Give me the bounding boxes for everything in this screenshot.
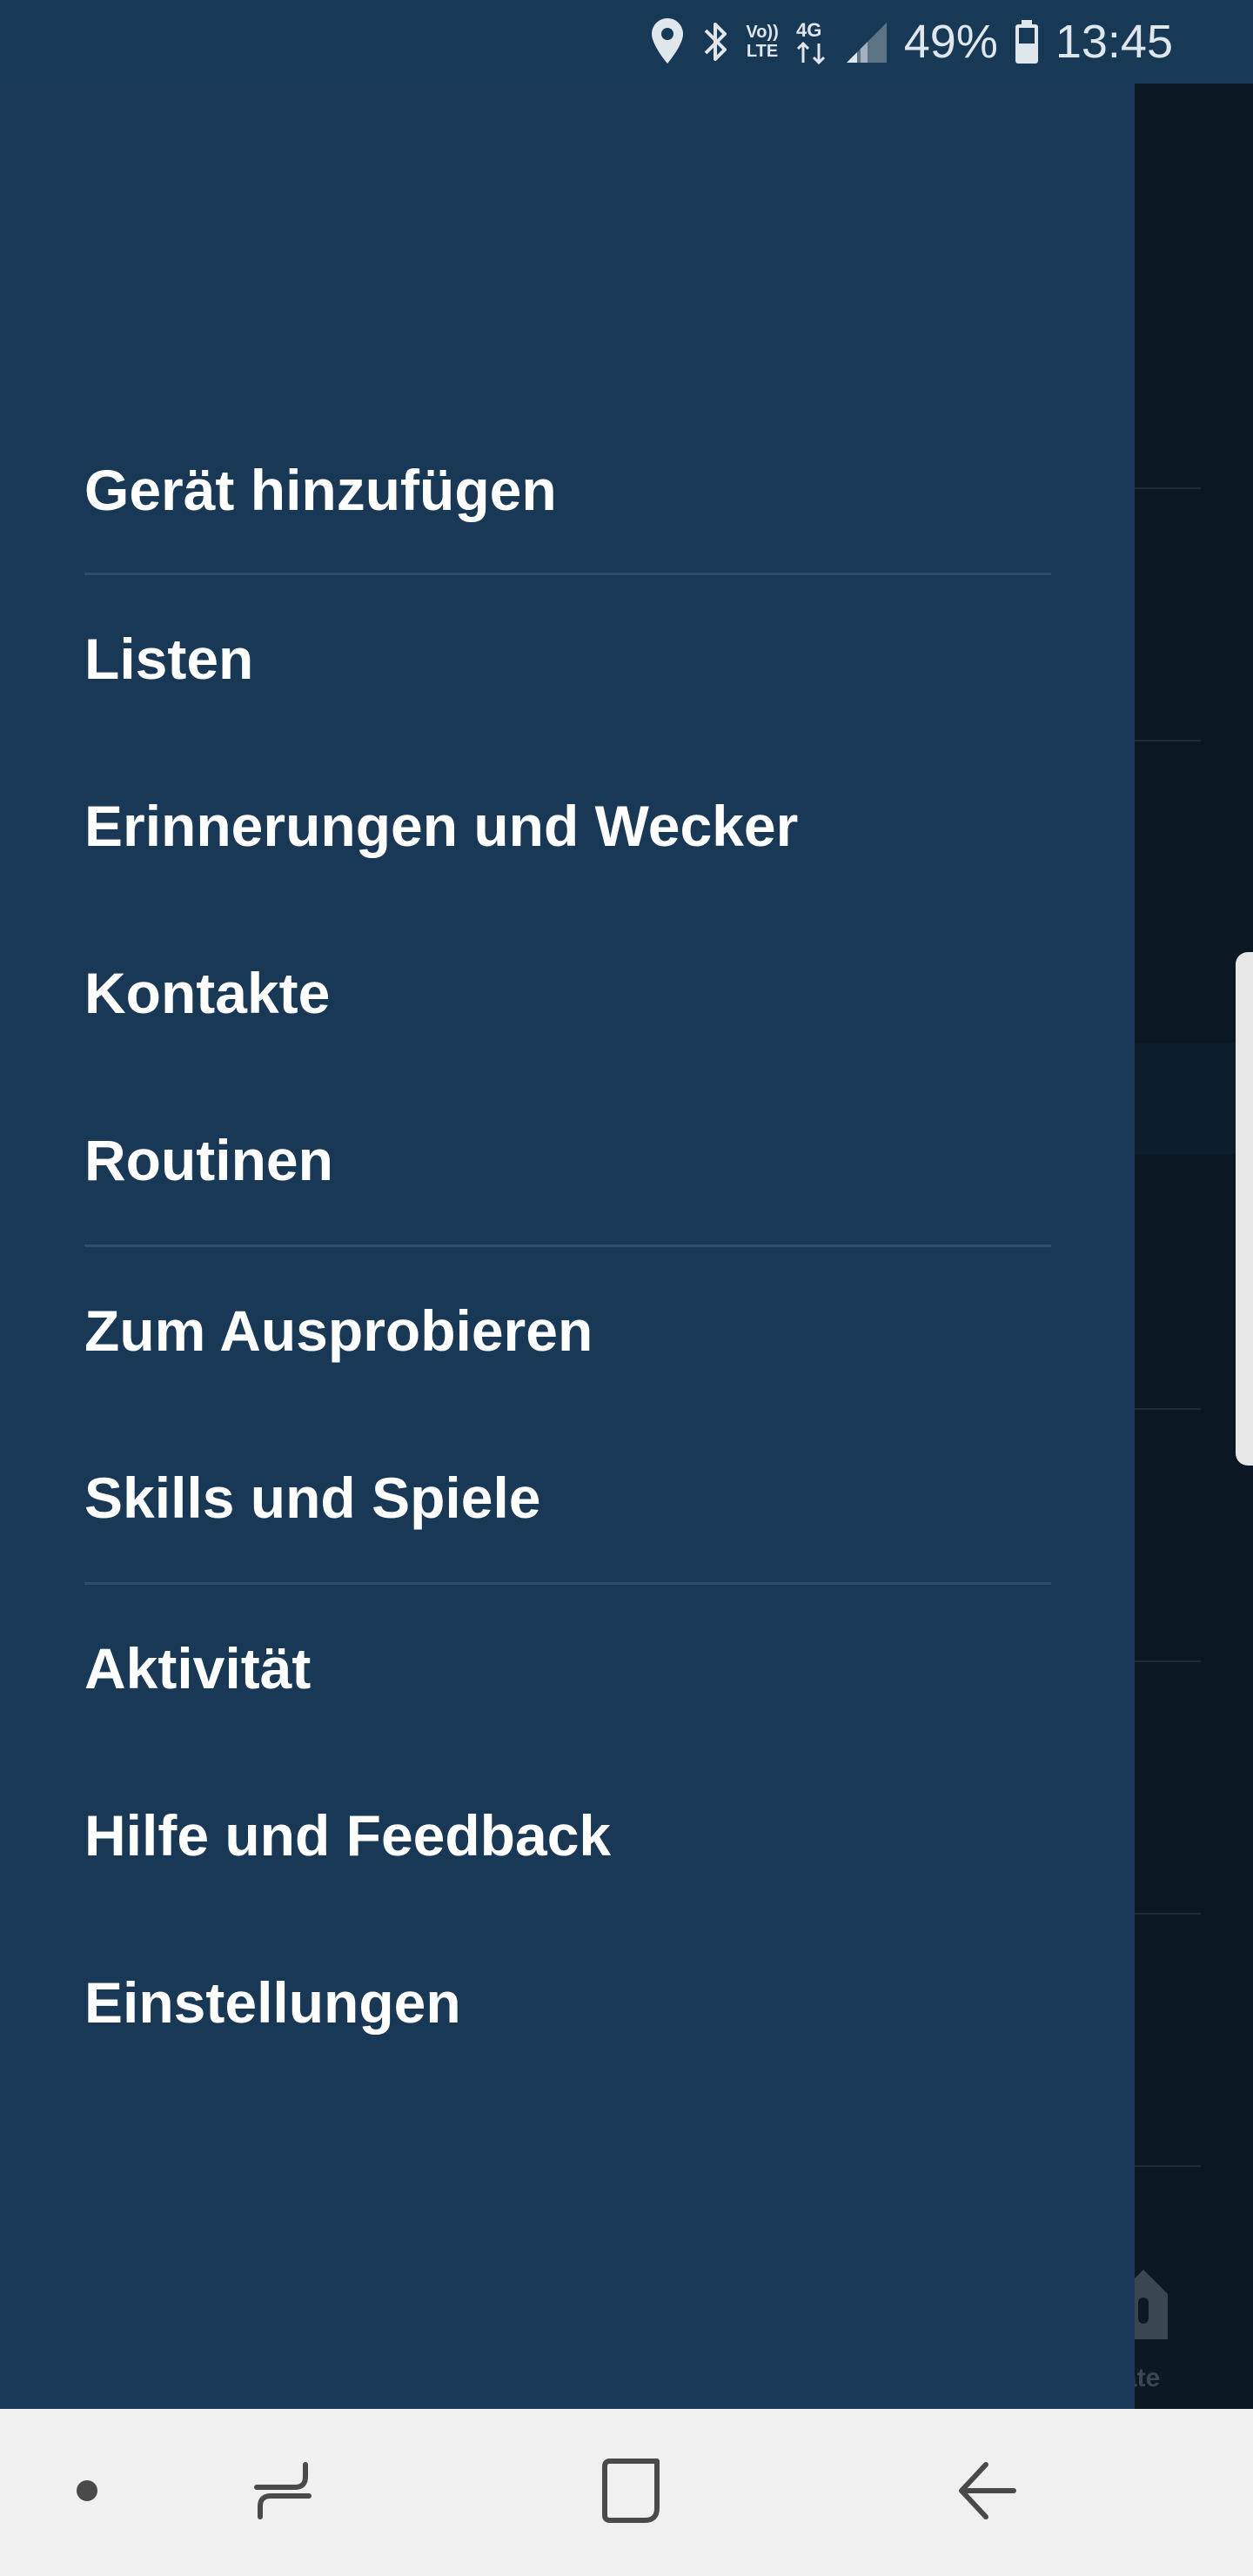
menu-item-routines[interactable]: Routinen bbox=[84, 1108, 1042, 1212]
location-icon bbox=[650, 17, 685, 67]
menu-item-help-feedback[interactable]: Hilfe und Feedback bbox=[84, 1783, 1042, 1888]
dot-icon bbox=[76, 2479, 98, 2506]
battery-icon bbox=[1014, 18, 1040, 65]
status-icons: Vo)) LTE 4G 49% 13:45 bbox=[650, 0, 1173, 84]
menu-divider bbox=[84, 1582, 1051, 1585]
background-divider bbox=[1135, 1913, 1201, 1915]
battery-percent: 49% bbox=[903, 16, 998, 68]
home-icon bbox=[600, 2458, 662, 2528]
menu-item-lists[interactable]: Listen bbox=[84, 607, 1042, 711]
menu-item-try-out[interactable]: Zum Ausprobieren bbox=[84, 1278, 1042, 1383]
menu-item-skills-games[interactable]: Skills und Spiele bbox=[84, 1446, 1042, 1550]
menu-item-activity[interactable]: Aktivität bbox=[84, 1616, 1042, 1721]
back-icon bbox=[956, 2459, 1019, 2526]
menu-item-add-device[interactable]: Gerät hinzufügen bbox=[84, 438, 1042, 542]
menu-divider bbox=[84, 1244, 1051, 1247]
menu-item-contacts[interactable]: Kontakte bbox=[84, 941, 1042, 1045]
system-navigation-bar bbox=[0, 2409, 1253, 2576]
volte-icon: Vo)) LTE bbox=[746, 23, 779, 61]
4g-data-icon: 4G bbox=[794, 17, 829, 66]
background-divider bbox=[1135, 1660, 1201, 1662]
bluetooth-icon bbox=[700, 18, 730, 65]
background-divider bbox=[1135, 1408, 1201, 1410]
signal-icon bbox=[845, 19, 888, 64]
recent-apps-icon bbox=[251, 2459, 314, 2526]
menu-divider bbox=[84, 573, 1051, 575]
status-bar: Vo)) LTE 4G 49% 13:45 bbox=[0, 0, 1253, 84]
menu-item-reminders-alarms[interactable]: Erinnerungen und Wecker bbox=[84, 774, 1042, 878]
back-button[interactable] bbox=[940, 2409, 1035, 2576]
background-scrollbar bbox=[1236, 952, 1253, 1466]
clock: 13:45 bbox=[1055, 16, 1173, 68]
background-divider bbox=[1135, 487, 1201, 489]
recent-apps-button[interactable] bbox=[235, 2409, 331, 2576]
svg-text:4G: 4G bbox=[796, 19, 821, 41]
menu-item-settings[interactable]: Einstellungen bbox=[84, 1950, 1042, 2055]
home-button[interactable] bbox=[583, 2409, 679, 2576]
dot-button[interactable] bbox=[52, 2409, 122, 2576]
navigation-drawer: Gerät hinzufügen Listen Erinnerungen und… bbox=[0, 84, 1135, 2409]
background-divider bbox=[1135, 2165, 1201, 2167]
background-divider bbox=[1135, 740, 1201, 741]
